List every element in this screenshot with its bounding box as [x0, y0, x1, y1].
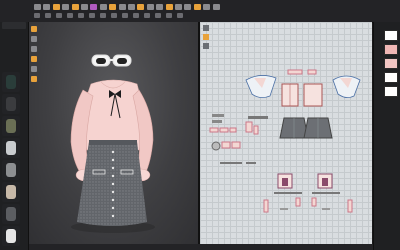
fabric-swatch[interactable]: [384, 44, 398, 55]
sub-tool-icon[interactable]: [56, 13, 62, 18]
library-panel: [0, 22, 29, 250]
fabric-swatch[interactable]: [384, 86, 398, 97]
brush-icon[interactable]: [81, 4, 88, 10]
button-icon[interactable]: [165, 4, 173, 10]
sub-tool-icon[interactable]: [144, 13, 150, 18]
avatar-icon[interactable]: [193, 4, 201, 10]
garment-icon: [6, 207, 16, 221]
garment-icon: [6, 163, 16, 177]
sub-tool-icon[interactable]: [111, 13, 117, 18]
cut-icon[interactable]: [109, 4, 117, 10]
pattern-pieces: [203, 25, 361, 213]
fabric-swatch[interactable]: [384, 72, 398, 83]
scale-icon[interactable]: [62, 4, 70, 10]
pants-thumbnail[interactable]: [2, 204, 20, 224]
sub-tool-icon[interactable]: [177, 13, 183, 18]
trim-icon[interactable]: [184, 4, 192, 10]
jacket-thumbnail[interactable]: [2, 94, 20, 114]
sub-tool-icon[interactable]: [34, 13, 40, 18]
sub-tool-icon[interactable]: [122, 13, 128, 18]
main-toolbar: [0, 0, 400, 23]
2d-pattern-window[interactable]: [200, 22, 372, 244]
skirt-buttons-model: [111, 150, 115, 218]
library-tab[interactable]: [2, 22, 26, 29]
sub-tool-icon[interactable]: [45, 13, 51, 18]
shirt-thumbnail[interactable]: [2, 160, 20, 180]
select-icon[interactable]: [34, 4, 41, 10]
sunglasses-model: [91, 54, 132, 67]
fabric-swatch[interactable]: [384, 58, 398, 69]
seam-line-icon: [203, 43, 209, 49]
avatar-thumbnail[interactable]: [2, 138, 20, 158]
sub-tool-icon[interactable]: [89, 13, 95, 18]
render-icon[interactable]: [212, 4, 220, 10]
garment-thumbnail[interactable]: [2, 72, 20, 92]
garment-icon: [6, 141, 16, 155]
top-thumbnail[interactable]: [2, 226, 20, 246]
status-bar: [29, 244, 373, 250]
3d-viewport[interactable]: [29, 22, 198, 244]
sub-tool-icon[interactable]: [155, 13, 161, 18]
simulate-icon[interactable]: [31, 26, 37, 32]
flip-icon[interactable]: [137, 4, 145, 10]
pin-tool-icon[interactable]: [31, 56, 37, 62]
blouse-model: [82, 79, 144, 151]
garment-icon: [6, 97, 16, 111]
coat-thumbnail[interactable]: [2, 182, 20, 202]
3d-garment-render: [70, 54, 155, 233]
camera-icon[interactable]: [203, 4, 211, 10]
sub-tool-icon[interactable]: [67, 13, 73, 18]
transform-icon[interactable]: [31, 46, 37, 52]
transform-pattern-icon: [203, 34, 209, 40]
sub-tool-icon[interactable]: [166, 13, 172, 18]
sub-tool-icon[interactable]: [100, 13, 106, 18]
edit-pattern-icon: [203, 25, 209, 31]
needle-icon[interactable]: [90, 4, 98, 10]
select-mesh-icon[interactable]: [31, 36, 37, 42]
rotate-icon[interactable]: [52, 4, 60, 10]
avatar-measure-icon[interactable]: [31, 76, 37, 82]
tape-icon[interactable]: [99, 4, 107, 10]
garment-icon: [6, 119, 16, 133]
measure-icon[interactable]: [146, 4, 154, 10]
move-icon[interactable]: [43, 4, 51, 10]
pin-icon[interactable]: [71, 4, 79, 10]
tack-icon[interactable]: [31, 66, 37, 72]
garment-icon: [6, 75, 16, 89]
garment-icon: [6, 185, 16, 199]
sub-tool-icon[interactable]: [133, 13, 139, 18]
garment-icon: [6, 229, 16, 243]
fabric-swatch[interactable]: [384, 30, 398, 41]
texture-icon[interactable]: [156, 4, 164, 10]
seam-icon[interactable]: [118, 4, 126, 10]
sub-tool-icon[interactable]: [78, 13, 84, 18]
fold-icon[interactable]: [128, 4, 135, 10]
object-browser-panel: [373, 22, 400, 250]
dress-thumbnail[interactable]: [2, 116, 20, 136]
zipper-icon[interactable]: [175, 4, 182, 10]
